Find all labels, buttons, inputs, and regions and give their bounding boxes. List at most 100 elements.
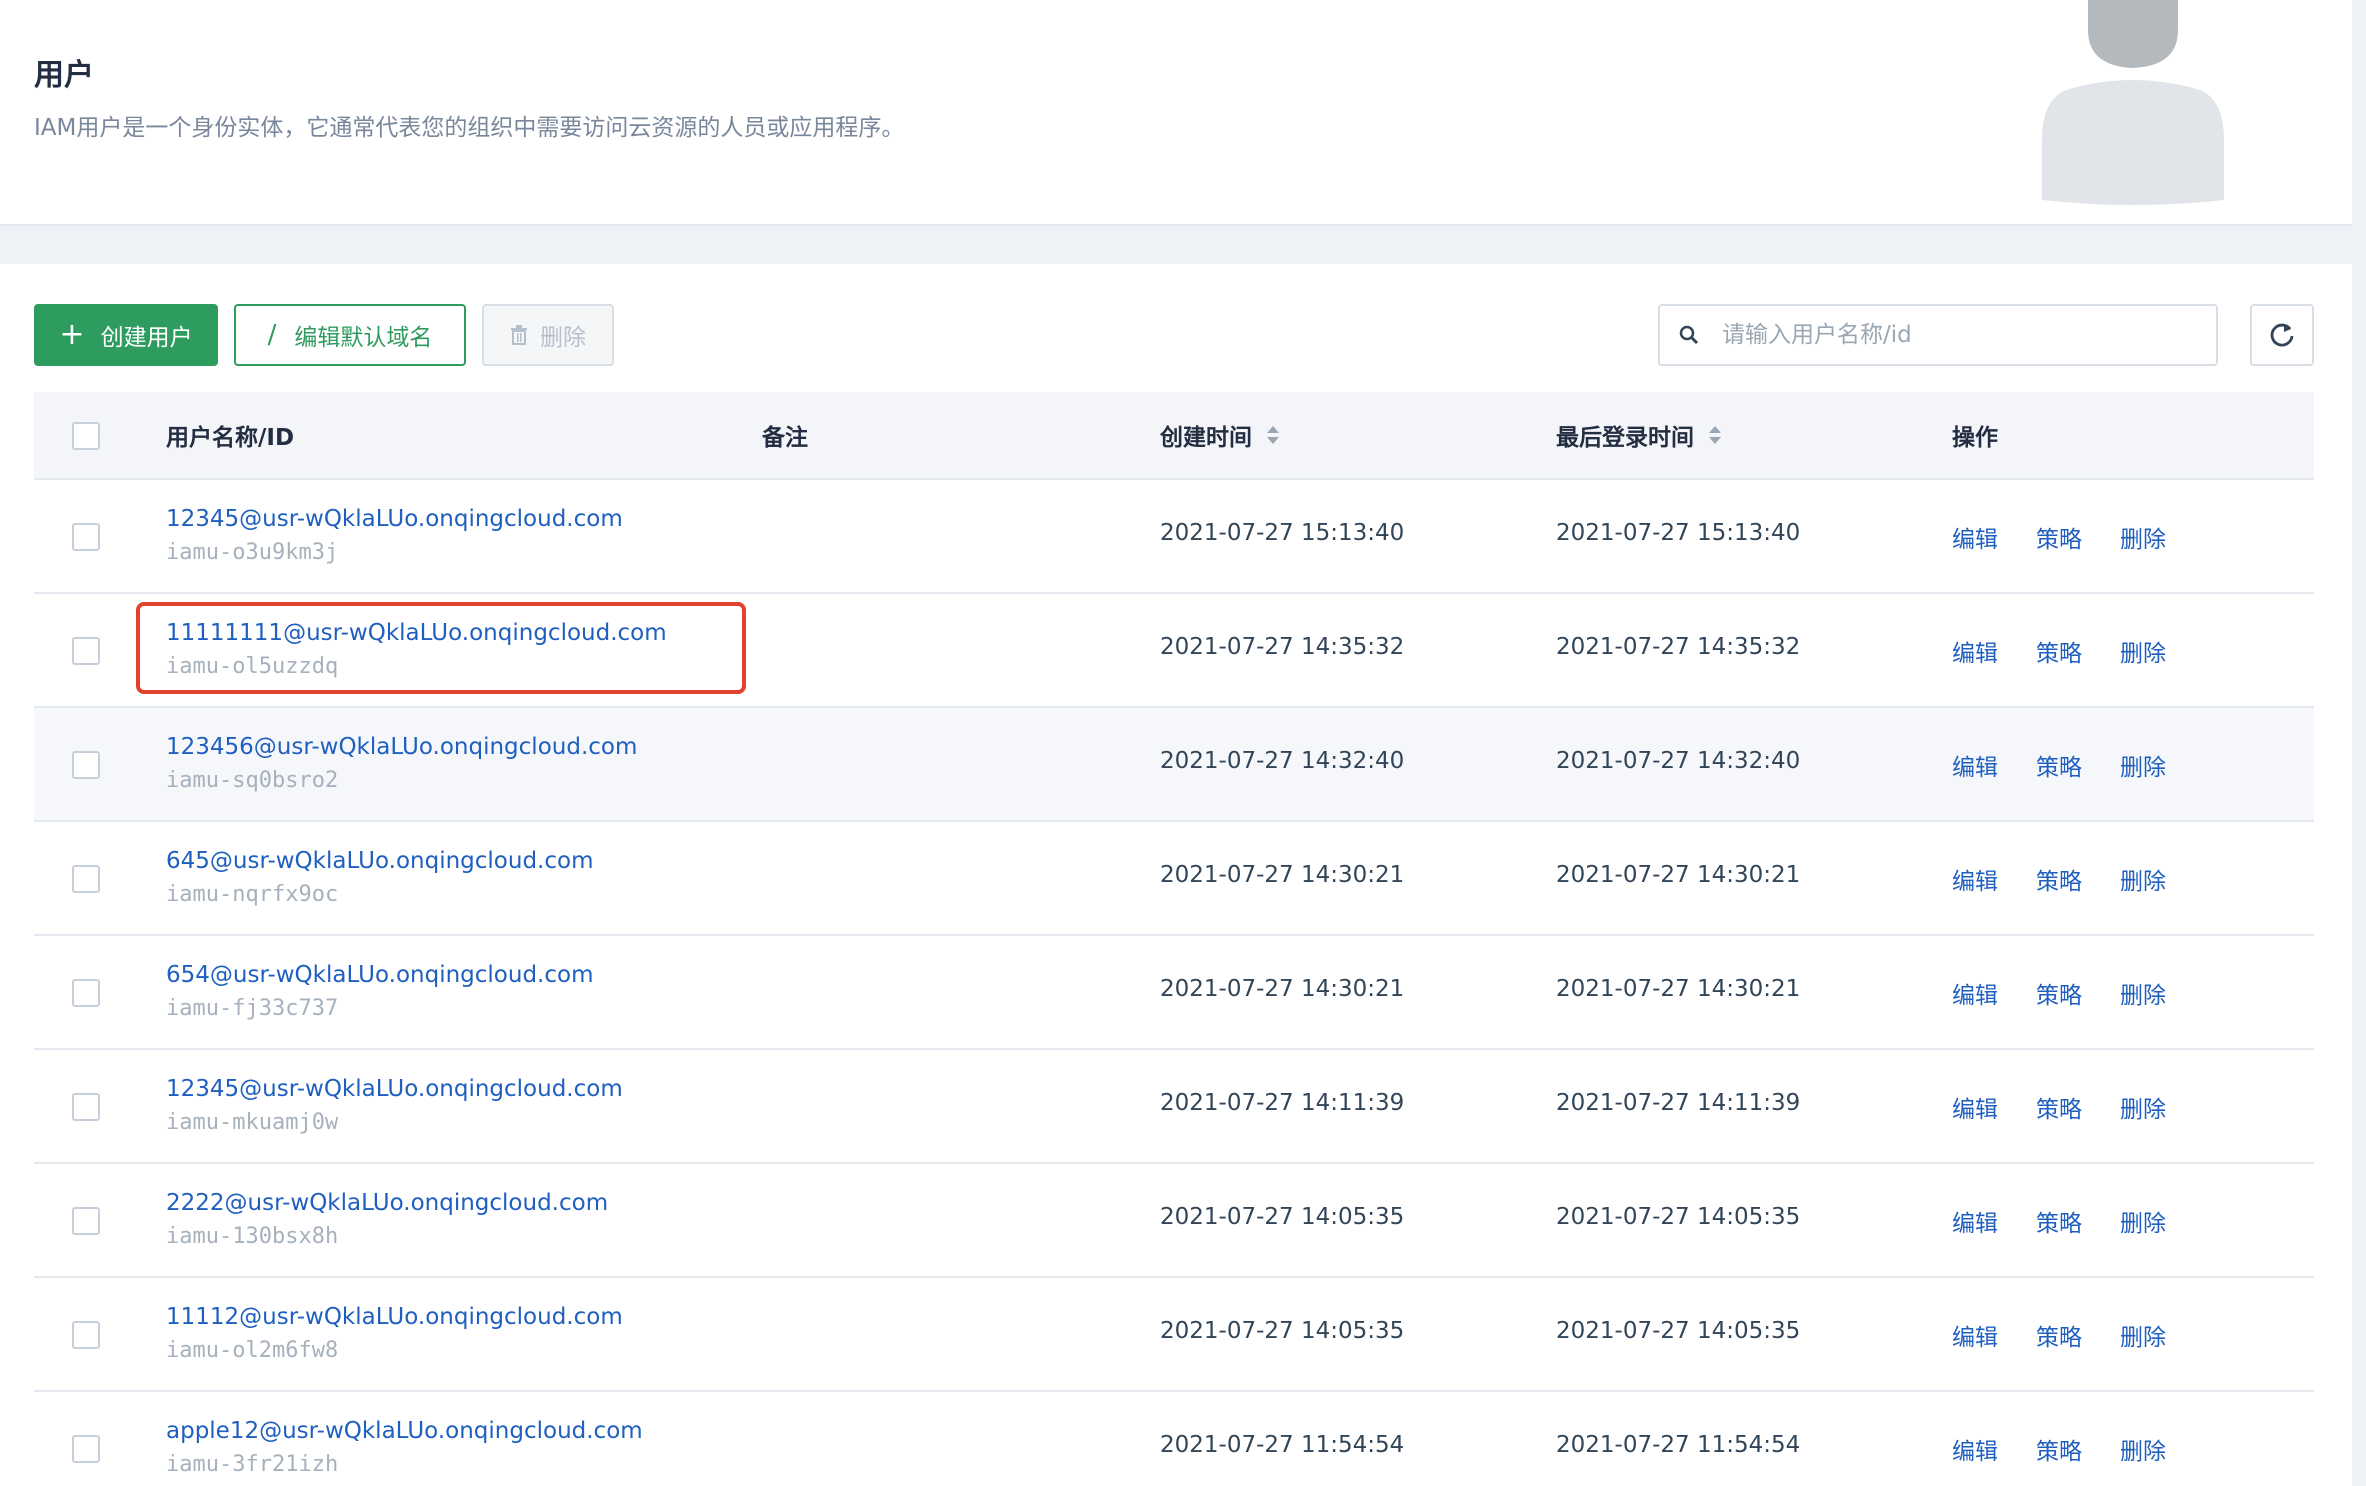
row-checkbox[interactable]: [72, 1321, 100, 1349]
select-all-checkbox[interactable]: [72, 422, 100, 450]
created-time: 2021-07-27 14:11:39: [1160, 1090, 1405, 1116]
user-name-link[interactable]: 12345@usr-wQklaLUo.onqingcloud.com: [166, 1076, 623, 1102]
row-checkbox[interactable]: [72, 1093, 100, 1121]
edit-link[interactable]: 编辑: [1952, 520, 1998, 554]
user-name-link[interactable]: 12345@usr-wQklaLUo.onqingcloud.com: [166, 506, 623, 532]
policy-link[interactable]: 策略: [2036, 1432, 2082, 1466]
row-checkbox[interactable]: [72, 523, 100, 551]
users-table: 用户名称/ID 备注 创建时间 最后登录时间 操作 12345@usr-wQkl…: [34, 392, 2314, 1486]
created-time: 2021-07-27 14:35:32: [1160, 634, 1405, 660]
user-name-link[interactable]: 11112@usr-wQklaLUo.onqingcloud.com: [166, 1304, 623, 1330]
last-login-time: 2021-07-27 14:30:21: [1556, 862, 1801, 888]
edit-link[interactable]: 编辑: [1952, 1090, 1998, 1124]
row-checkbox[interactable]: [72, 979, 100, 1007]
table-row: 12345@usr-wQklaLUo.onqingcloud.com iamu-…: [34, 480, 2314, 594]
table-row: 123456@usr-wQklaLUo.onqingcloud.com iamu…: [34, 708, 2314, 822]
row-checkbox[interactable]: [72, 1435, 100, 1463]
user-name-link[interactable]: 11111111@usr-wQklaLUo.onqingcloud.com: [166, 620, 667, 646]
table-row: apple12@usr-wQklaLUo.onqingcloud.com iam…: [34, 1392, 2314, 1486]
user-id: iamu-130bsx8h: [166, 1224, 339, 1249]
row-checkbox[interactable]: [72, 1207, 100, 1235]
policy-link[interactable]: 策略: [2036, 1318, 2082, 1352]
table-row: 2222@usr-wQklaLUo.onqingcloud.com iamu-1…: [34, 1164, 2314, 1278]
refresh-button[interactable]: [2250, 304, 2314, 366]
column-header-note: 备注: [762, 425, 808, 451]
edit-link[interactable]: 编辑: [1952, 748, 1998, 782]
last-login-time: 2021-07-27 14:35:32: [1556, 634, 1801, 660]
delete-label: 删除: [540, 325, 586, 351]
created-time: 2021-07-27 14:30:21: [1160, 862, 1405, 888]
delete-link[interactable]: 删除: [2120, 520, 2166, 554]
delete-link[interactable]: 删除: [2120, 748, 2166, 782]
table-row: 12345@usr-wQklaLUo.onqingcloud.com iamu-…: [34, 1050, 2314, 1164]
page-edge: [2352, 0, 2366, 1486]
row-checkbox[interactable]: [72, 637, 100, 665]
column-header-created-label: 创建时间: [1160, 425, 1252, 451]
created-time: 2021-07-27 15:13:40: [1160, 520, 1405, 546]
user-name-link[interactable]: 654@usr-wQklaLUo.onqingcloud.com: [166, 962, 593, 988]
delete-button[interactable]: 删除: [482, 304, 614, 366]
user-name-link[interactable]: 2222@usr-wQklaLUo.onqingcloud.com: [166, 1190, 608, 1216]
user-name-link[interactable]: 123456@usr-wQklaLUo.onqingcloud.com: [166, 734, 637, 760]
plus-icon: +: [59, 317, 85, 352]
search-box[interactable]: [1658, 304, 2218, 366]
delete-link[interactable]: 删除: [2120, 1318, 2166, 1352]
edit-link[interactable]: 编辑: [1952, 1204, 1998, 1238]
search-icon: [1679, 325, 1699, 345]
create-user-label: 创建用户: [100, 325, 193, 351]
edit-link[interactable]: 编辑: [1952, 976, 1998, 1010]
policy-link[interactable]: 策略: [2036, 976, 2082, 1010]
edit-link[interactable]: 编辑: [1952, 862, 1998, 896]
created-time: 2021-07-27 14:30:21: [1160, 976, 1405, 1002]
policy-link[interactable]: 策略: [2036, 1090, 2082, 1124]
sort-icon[interactable]: [1708, 425, 1722, 445]
user-name-link[interactable]: 645@usr-wQklaLUo.onqingcloud.com: [166, 848, 593, 874]
edit-link[interactable]: 编辑: [1952, 1432, 1998, 1466]
table-row: 11112@usr-wQklaLUo.onqingcloud.com iamu-…: [34, 1278, 2314, 1392]
user-id: iamu-nqrfx9oc: [166, 882, 339, 907]
delete-link[interactable]: 删除: [2120, 1204, 2166, 1238]
policy-link[interactable]: 策略: [2036, 520, 2082, 554]
user-name-link[interactable]: apple12@usr-wQklaLUo.onqingcloud.com: [166, 1418, 643, 1444]
last-login-time: 2021-07-27 14:11:39: [1556, 1090, 1801, 1116]
row-checkbox[interactable]: [72, 865, 100, 893]
search-input[interactable]: [1722, 322, 2182, 348]
create-user-button[interactable]: + 创建用户: [34, 304, 218, 366]
toolbar: + 创建用户 / 编辑默认域名 删除: [0, 264, 2352, 384]
last-login-time: 2021-07-27 14:30:21: [1556, 976, 1801, 1002]
policy-link[interactable]: 策略: [2036, 634, 2082, 668]
user-id: iamu-fj33c737: [166, 996, 339, 1021]
user-id: iamu-ol2m6fw8: [166, 1338, 339, 1363]
delete-link[interactable]: 删除: [2120, 634, 2166, 668]
column-header-name: 用户名称/ID: [166, 425, 295, 451]
column-header-created[interactable]: 创建时间: [1160, 418, 1280, 452]
row-checkbox[interactable]: [72, 751, 100, 779]
user-avatar-icon: [2042, 0, 2224, 205]
last-login-time: 2021-07-27 15:13:40: [1556, 520, 1801, 546]
edit-default-domain-label: 编辑默认域名: [294, 325, 433, 351]
column-header-last-login[interactable]: 最后登录时间: [1556, 418, 1722, 452]
page-description: IAM用户是一个身份实体，它通常代表您的组织中需要访问云资源的人员或应用程序。: [34, 115, 905, 141]
delete-link[interactable]: 删除: [2120, 862, 2166, 896]
delete-link[interactable]: 删除: [2120, 1432, 2166, 1466]
policy-link[interactable]: 策略: [2036, 862, 2082, 896]
user-id: iamu-ol5uzzdq: [166, 654, 339, 679]
user-id: iamu-3fr21izh: [166, 1452, 339, 1477]
delete-link[interactable]: 删除: [2120, 1090, 2166, 1124]
table-row: 11111111@usr-wQklaLUo.onqingcloud.com ia…: [34, 594, 2314, 708]
created-time: 2021-07-27 14:05:35: [1160, 1204, 1405, 1230]
column-header-last-login-label: 最后登录时间: [1556, 425, 1694, 451]
last-login-time: 2021-07-27 14:05:35: [1556, 1204, 1801, 1230]
last-login-time: 2021-07-27 14:32:40: [1556, 748, 1801, 774]
page-header: 用户 IAM用户是一个身份实体，它通常代表您的组织中需要访问云资源的人员或应用程…: [0, 0, 2352, 224]
edit-link[interactable]: 编辑: [1952, 1318, 1998, 1352]
policy-link[interactable]: 策略: [2036, 748, 2082, 782]
user-id: iamu-mkuamj0w: [166, 1110, 339, 1135]
created-time: 2021-07-27 11:54:54: [1160, 1432, 1405, 1458]
edit-link[interactable]: 编辑: [1952, 634, 1998, 668]
policy-link[interactable]: 策略: [2036, 1204, 2082, 1238]
edit-default-domain-button[interactable]: / 编辑默认域名: [234, 304, 466, 366]
sort-icon[interactable]: [1266, 425, 1280, 445]
delete-link[interactable]: 删除: [2120, 976, 2166, 1010]
page-title: 用户: [34, 58, 94, 93]
